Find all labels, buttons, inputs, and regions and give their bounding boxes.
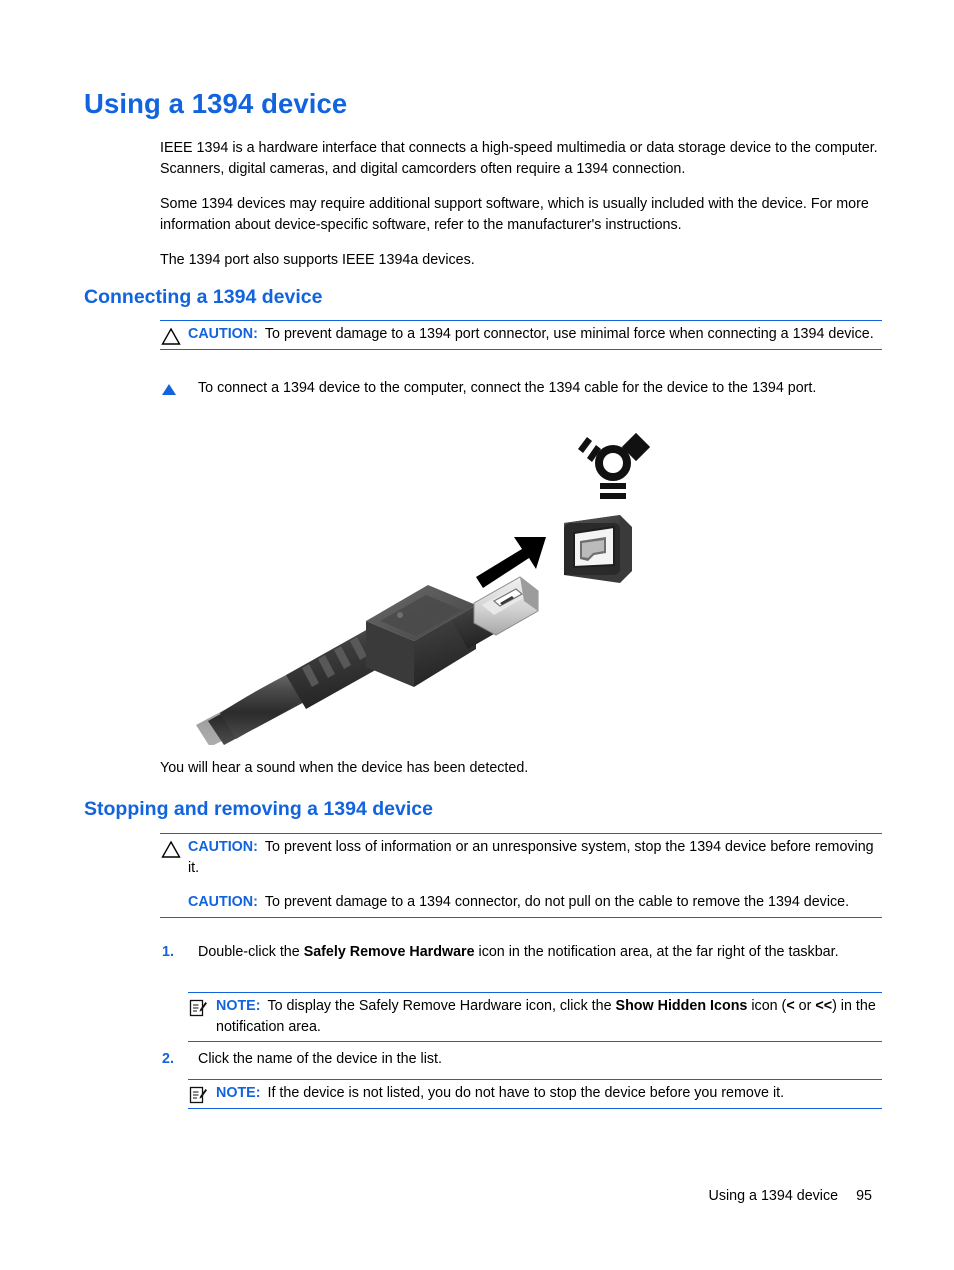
note-label: NOTE: xyxy=(216,998,261,1014)
note-bold-show-hidden-icons: Show Hidden Icons xyxy=(615,998,748,1014)
note-bold-double-chevron: << xyxy=(815,998,833,1014)
step-2-text: Click the name of the device in the list… xyxy=(198,1051,442,1067)
caution-label: CAUTION: xyxy=(188,326,258,342)
step-1-bold-term: Safely Remove Hardware xyxy=(303,944,475,960)
port-receptacle-icon xyxy=(564,515,632,583)
numbered-step-1: 1. Double-click the Safely Remove Hardwa… xyxy=(160,942,920,963)
caution-text-do-not-pull: CAUTION: To prevent damage to a 1394 conn… xyxy=(188,892,882,913)
caution-box-stopping: CAUTION: To prevent loss of information o… xyxy=(160,833,882,918)
note-text-show-hidden-icons: NOTE: To display the Safely Remove Hardwa… xyxy=(216,996,882,1037)
figure-1394-connection xyxy=(190,425,660,747)
caution-triangle-icon xyxy=(160,839,182,859)
step-1-text-before: Double-click the xyxy=(198,944,304,960)
document-page: Using a 1394 device IEEE 1394 is a hardw… xyxy=(0,0,954,1270)
note-text-mid2: or xyxy=(794,998,816,1014)
step-1-text: Double-click the Safely Remove Hardware … xyxy=(198,944,839,960)
triangle-bullet-icon xyxy=(162,384,176,395)
caution-text-stop-device: CAUTION: To prevent loss of information o… xyxy=(188,837,882,878)
note-body: If the device is not listed, you do not … xyxy=(267,1085,785,1101)
caution-triangle-icon xyxy=(160,326,182,346)
note-icon xyxy=(188,998,210,1018)
note-text-device-not-listed: NOTE: If the device is not listed, you do… xyxy=(216,1083,882,1104)
connect-step-item: To connect a 1394 device to the computer… xyxy=(160,378,920,399)
heading-stopping-and-removing-a-1394-device: Stopping and removing a 1394 device xyxy=(84,798,433,820)
note-label: NOTE: xyxy=(216,1085,261,1101)
step-number-1: 1. xyxy=(162,944,174,960)
note-box-device-not-listed: NOTE: If the device is not listed, you do… xyxy=(188,1079,882,1109)
heading-connecting-a-1394-device: Connecting a 1394 device xyxy=(84,286,323,308)
caution-body: To prevent loss of information or an unr… xyxy=(188,839,874,876)
note-text-mid: icon ( xyxy=(747,998,787,1014)
note-box-show-hidden-icons: NOTE: To display the Safely Remove Hardwa… xyxy=(188,992,882,1043)
caution-box-connecting: CAUTION: To prevent damage to a 1394 port… xyxy=(160,320,882,350)
page-footer: Using a 1394 device 95 xyxy=(0,1188,954,1204)
step-1-text-after: icon in the notification area, at the fa… xyxy=(474,944,839,960)
after-figure-text-block: You will hear a sound when the device ha… xyxy=(160,758,882,779)
intro-paragraph-3: The 1394 port also supports IEEE 1394a d… xyxy=(160,252,475,269)
note-icon xyxy=(188,1085,210,1105)
insertion-arrow-icon xyxy=(476,537,546,588)
connect-step-text: To connect a 1394 device to the computer… xyxy=(198,380,817,396)
intro-paragraph-2: Some 1394 devices may require additional… xyxy=(160,196,869,233)
firewire-cable-connector xyxy=(196,576,539,747)
intro-paragraph-1: IEEE 1394 is a hardware interface that c… xyxy=(160,140,878,177)
note-text-before: To display the Safely Remove Hardware ic… xyxy=(267,998,616,1014)
after-figure-text: You will hear a sound when the device ha… xyxy=(160,760,529,776)
firewire-logo-icon xyxy=(578,432,651,499)
caution-label: CAUTION: xyxy=(188,839,258,855)
page-title: Using a 1394 device xyxy=(84,88,348,119)
intro-block: IEEE 1394 is a hardware interface that c… xyxy=(160,138,882,271)
footer-page-number: 95 xyxy=(856,1188,872,1204)
caution-text-connecting: CAUTION: To prevent damage to a 1394 port… xyxy=(188,324,882,345)
footer-title: Using a 1394 device xyxy=(708,1188,839,1204)
caution-body: To prevent damage to a 1394 port connect… xyxy=(264,326,874,342)
note-bold-single-chevron: < xyxy=(786,998,795,1014)
numbered-step-2: 2. Click the name of the device in the l… xyxy=(160,1049,920,1070)
caution-body: To prevent damage to a 1394 connector, d… xyxy=(264,894,850,911)
caution-label: CAUTION: xyxy=(188,894,258,911)
step-number-2: 2. xyxy=(162,1051,174,1067)
